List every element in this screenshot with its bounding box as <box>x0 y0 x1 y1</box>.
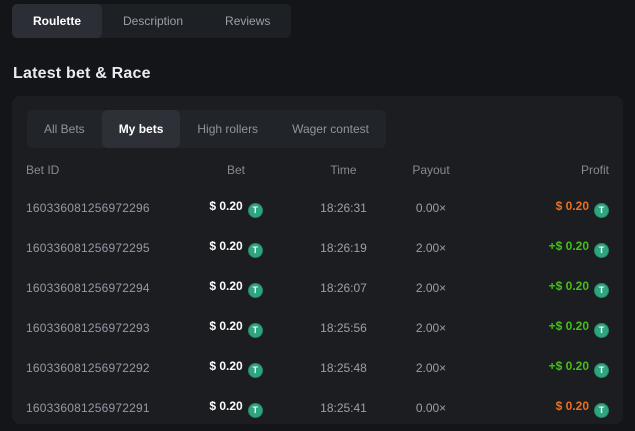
tether-icon: T <box>248 363 263 378</box>
bet-payout: 2.00× <box>391 361 471 375</box>
bet-profit: +$ 0.20T <box>471 279 609 298</box>
latest-bets-panel: All Bets My bets High rollers Wager cont… <box>12 96 623 424</box>
tether-icon: T <box>594 283 609 298</box>
table-row[interactable]: 160336081256972294 $ 0.20T 18:26:07 2.00… <box>26 268 609 308</box>
bet-id-value: 160336081256972291 <box>26 401 176 415</box>
tether-icon: T <box>594 363 609 378</box>
game-page: Roulette Description Reviews Latest bet … <box>0 0 635 424</box>
bet-id-value: 160336081256972293 <box>26 321 176 335</box>
col-bet: Bet <box>176 163 296 177</box>
bet-id-value: 160336081256972295 <box>26 241 176 255</box>
bet-profit: $ 0.20T <box>471 399 609 418</box>
bets-filter-tabs: All Bets My bets High rollers Wager cont… <box>27 110 386 148</box>
bet-amount: $ 0.20T <box>176 359 296 378</box>
tether-icon: T <box>248 403 263 418</box>
tether-icon: T <box>248 283 263 298</box>
col-time: Time <box>296 163 391 177</box>
tether-icon: T <box>248 323 263 338</box>
col-profit: Profit <box>471 163 609 177</box>
table-row[interactable]: 160336081256972295 $ 0.20T 18:26:19 2.00… <box>26 228 609 268</box>
col-payout: Payout <box>391 163 471 177</box>
bet-time: 18:25:48 <box>296 361 391 375</box>
bet-amount: $ 0.20T <box>176 279 296 298</box>
bet-profit: +$ 0.20T <box>471 239 609 258</box>
bet-profit: +$ 0.20T <box>471 319 609 338</box>
tether-icon: T <box>594 403 609 418</box>
bet-amount: $ 0.20T <box>176 319 296 338</box>
table-row[interactable]: 160336081256972296 $ 0.20T 18:26:31 0.00… <box>26 188 609 228</box>
section-title: Latest bet & Race <box>13 65 623 83</box>
bet-time: 18:26:07 <box>296 281 391 295</box>
table-row[interactable]: 160336081256972292 $ 0.20T 18:25:48 2.00… <box>26 348 609 388</box>
bet-payout: 2.00× <box>391 241 471 255</box>
bet-payout: 2.00× <box>391 281 471 295</box>
bet-time: 18:26:31 <box>296 201 391 215</box>
bet-amount: $ 0.20T <box>176 239 296 258</box>
bet-payout: 0.00× <box>391 201 471 215</box>
table-row[interactable]: 160336081256972293 $ 0.20T 18:25:56 2.00… <box>26 308 609 348</box>
bet-id-value: 160336081256972294 <box>26 281 176 295</box>
bet-profit: $ 0.20T <box>471 199 609 218</box>
bet-profit: +$ 0.20T <box>471 359 609 378</box>
tether-icon: T <box>594 243 609 258</box>
tab-reviews[interactable]: Reviews <box>204 4 291 38</box>
bet-time: 18:26:19 <box>296 241 391 255</box>
bet-id-value: 160336081256972292 <box>26 361 176 375</box>
table-row[interactable]: 160336081256972291 $ 0.20T 18:25:41 0.00… <box>26 388 609 428</box>
table-header: Bet ID Bet Time Payout Profit <box>26 152 609 188</box>
tab-my-bets[interactable]: My bets <box>102 110 181 148</box>
bet-time: 18:25:56 <box>296 321 391 335</box>
tab-description[interactable]: Description <box>102 4 204 38</box>
game-tabs: Roulette Description Reviews <box>12 4 291 38</box>
tether-icon: T <box>594 203 609 218</box>
col-bet-id: Bet ID <box>26 163 176 177</box>
tab-high-rollers[interactable]: High rollers <box>180 110 275 148</box>
tab-wager-contest[interactable]: Wager contest <box>275 110 386 148</box>
bet-payout: 2.00× <box>391 321 471 335</box>
bet-amount: $ 0.20T <box>176 399 296 418</box>
bet-amount: $ 0.20T <box>176 199 296 218</box>
tether-icon: T <box>594 323 609 338</box>
bet-payout: 0.00× <box>391 401 471 415</box>
tab-roulette[interactable]: Roulette <box>12 4 102 38</box>
bet-id-value: 160336081256972296 <box>26 201 176 215</box>
tether-icon: T <box>248 203 263 218</box>
bet-time: 18:25:41 <box>296 401 391 415</box>
tether-icon: T <box>248 243 263 258</box>
table-body: 160336081256972296 $ 0.20T 18:26:31 0.00… <box>26 188 609 428</box>
tab-all-bets[interactable]: All Bets <box>27 110 102 148</box>
